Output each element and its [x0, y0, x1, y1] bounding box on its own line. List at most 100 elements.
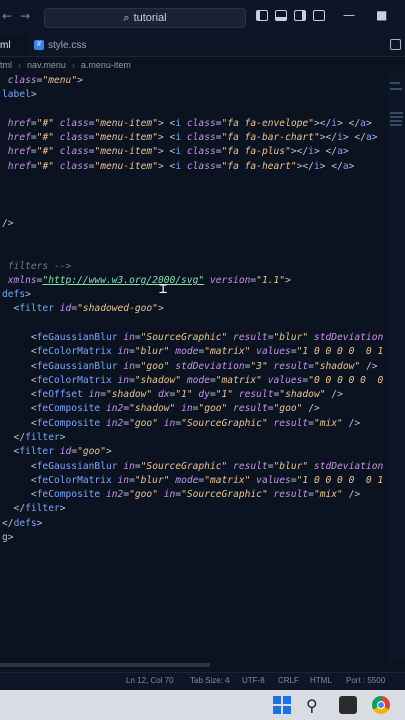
code-token: filter	[19, 446, 54, 458]
scrollbar-thumb[interactable]	[0, 663, 210, 667]
code-line[interactable]: </filter>	[2, 502, 66, 516]
command-center-search[interactable]: ⌕ tutorial	[44, 8, 246, 28]
tab-size[interactable]: Tab Size: 4	[190, 676, 230, 685]
code-line[interactable]: <feComposite in2="goo" in="SourceGraphic…	[2, 417, 360, 431]
minimap[interactable]	[388, 72, 405, 662]
code-token: "3"	[250, 360, 268, 372]
code-token: ></	[313, 117, 332, 129]
code-token: "fa fa-plus"	[221, 146, 291, 158]
toggle-secondary-sidebar-icon[interactable]	[294, 10, 306, 21]
code-token: />	[342, 489, 361, 501]
code-line[interactable]: href="#" class="menu-item"> <i class="fa…	[2, 131, 378, 145]
code-token: </	[2, 432, 26, 443]
code-line[interactable]: <filter id="shadowed-goo">	[2, 302, 164, 316]
code-token: <	[2, 374, 37, 386]
code-line[interactable]: href="#" class="menu-item"> <i class="fa…	[2, 160, 355, 174]
code-token: "1 0 0 0 0 0 1	[296, 474, 384, 486]
code-token: "shadow"	[129, 403, 176, 415]
code-token: "1"	[175, 389, 193, 401]
code-line[interactable]: <feColorMatrix in="blur" mode="matrix" v…	[2, 474, 383, 488]
code-line[interactable]: defs>	[2, 288, 31, 302]
code-line[interactable]: </filter>	[2, 431, 66, 445]
code-token: class	[181, 132, 216, 144]
code-line[interactable]: <feComposite in2="goo" in="SourceGraphic…	[2, 488, 360, 502]
code-line[interactable]: href="#" class="menu-item"> <i class="fa…	[2, 145, 349, 159]
minimize-icon[interactable]: —	[343, 8, 355, 22]
code-line[interactable]: <feComposite in2="shadow" in="goo" resul…	[2, 402, 320, 416]
code-line[interactable]: xmlns="http://www.w3.org/2000/svg" versi…	[2, 274, 291, 288]
code-token: <	[2, 346, 37, 358]
code-token: class	[181, 146, 216, 158]
windows-start-icon[interactable]	[273, 696, 291, 714]
code-line[interactable]: <feColorMatrix in="shadow" mode="matrix"…	[2, 374, 383, 388]
code-token: "menu-item"	[94, 117, 158, 129]
forward-arrow-icon[interactable]: →	[20, 9, 30, 23]
code-token: "SourceGraphic"	[181, 417, 268, 429]
language-mode[interactable]: HTML	[310, 676, 332, 685]
code-token: "blur"	[134, 346, 170, 358]
cursor-position[interactable]: Ln 12, Col 70	[126, 676, 174, 685]
horizontal-scrollbar[interactable]	[0, 662, 405, 668]
tab-style-css[interactable]: # style.css	[34, 34, 86, 56]
code-line[interactable]: />	[2, 217, 14, 231]
code-token: result	[267, 417, 309, 429]
code-line[interactable]: <feColorMatrix in="blur" mode="matrix" v…	[2, 345, 383, 359]
code-line[interactable]: <feGaussianBlur in="goo" stdDeviation="3…	[2, 360, 378, 374]
code-line[interactable]: filters -->	[2, 260, 72, 274]
code-token: "#"	[36, 117, 54, 129]
code-token: result	[227, 403, 268, 415]
code-token: filter	[25, 432, 60, 443]
breadcrumb-item[interactable]: a.menu-item	[81, 60, 131, 70]
code-line[interactable]: <filter id="goo">	[2, 445, 112, 459]
back-arrow-icon[interactable]: ←	[2, 9, 12, 23]
toggle-sidebar-icon[interactable]	[256, 10, 268, 21]
code-token: />	[325, 389, 343, 401]
code-token: <	[2, 417, 37, 429]
code-line[interactable]: href="#" class="menu-item"> <i class="fa…	[2, 117, 372, 131]
layout-controls	[256, 10, 325, 21]
code-token: >	[30, 89, 37, 101]
code-line[interactable]: <feOffset in="shadow" dx="1" dy="1" resu…	[2, 388, 343, 402]
search-icon[interactable]: ⚲	[306, 696, 324, 715]
chrome-icon[interactable]	[372, 696, 390, 714]
code-editor[interactable]: class="menu"> label> href="#" class="menu…	[0, 72, 395, 662]
live-server-port[interactable]: Port : 5500	[346, 676, 385, 685]
code-token: in	[111, 346, 130, 358]
code-line[interactable]: label>	[2, 88, 37, 102]
breadcrumb-item[interactable]: tml	[0, 60, 12, 70]
code-line[interactable]: class="menu">	[2, 74, 83, 88]
code-token: result	[267, 360, 309, 372]
breadcrumb-item[interactable]: nav.menu	[27, 60, 66, 70]
search-icon: ⌕	[123, 11, 130, 24]
code-token: href	[2, 160, 31, 172]
code-line[interactable]: </defs>	[2, 517, 42, 531]
encoding[interactable]: UTF-8	[242, 676, 265, 685]
split-editor-icon[interactable]	[390, 39, 401, 50]
code-line[interactable]: <feGaussianBlur in="SourceGraphic" resul…	[2, 460, 383, 474]
code-token: feComposite	[36, 489, 101, 501]
tab-html[interactable]: ml	[0, 34, 28, 56]
code-token: "blur"	[134, 474, 170, 486]
maximize-icon[interactable]: ■	[376, 8, 387, 22]
code-token: id	[53, 446, 72, 458]
code-token: "menu-item"	[94, 146, 158, 158]
code-token: "blur"	[273, 460, 309, 472]
code-token: in2	[100, 403, 124, 415]
code-token: in	[175, 403, 193, 415]
code-token: "1 0 0 0 0 0 1	[296, 346, 384, 358]
css-file-icon: #	[34, 40, 44, 50]
code-token: "fa fa-envelope"	[221, 117, 314, 129]
line-ending[interactable]: CRLF	[278, 676, 299, 685]
code-token: "menu-item"	[94, 132, 158, 144]
code-token: />	[360, 360, 378, 372]
code-line[interactable]: <feGaussianBlur in="SourceGraphic" resul…	[2, 331, 383, 345]
code-token: result	[227, 460, 268, 472]
customize-layout-icon[interactable]	[313, 10, 325, 21]
code-token: "shadow"	[313, 360, 361, 372]
toggle-panel-icon[interactable]	[275, 10, 287, 21]
code-token: feGaussianBlur	[36, 460, 118, 472]
code-token: class	[54, 160, 89, 172]
code-line[interactable]: g>	[2, 531, 14, 545]
code-token: result	[227, 332, 268, 344]
file-explorer-icon[interactable]	[339, 696, 357, 714]
